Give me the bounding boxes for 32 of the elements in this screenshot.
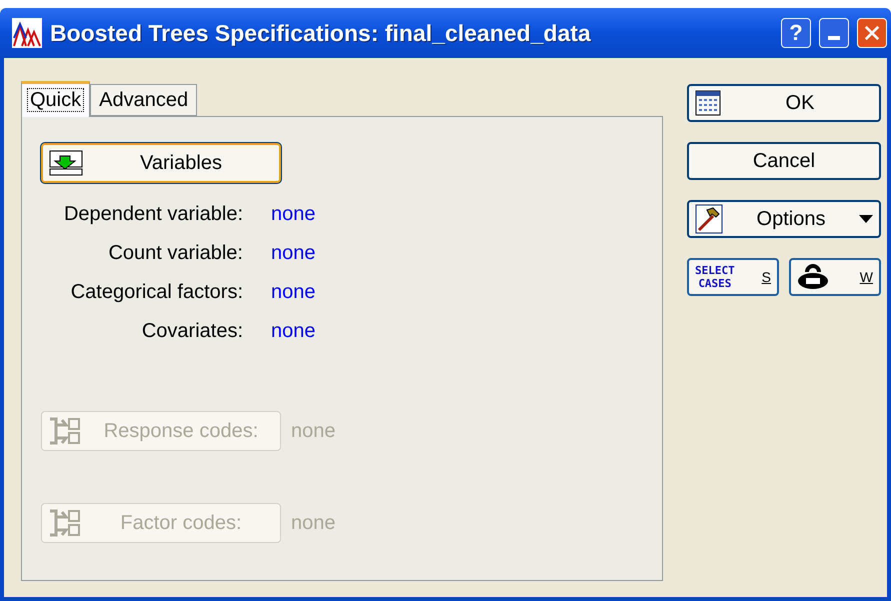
weight-button[interactable]: W [789,258,881,296]
close-button[interactable] [857,18,887,48]
ok-button[interactable]: OK [687,84,881,122]
close-icon [864,24,880,42]
dropdown-caret-icon [859,215,873,223]
help-button[interactable]: ? [781,18,811,48]
tab[interactable]: Quick [21,81,90,117]
variables-button[interactable]: Variables [41,143,281,183]
weight-icon [797,264,829,290]
field-label: Covariates: [140,320,243,343]
spreadsheet-icon [695,90,721,116]
window-title: Boosted Trees Specifications: final_cleaned_data [50,20,592,46]
field-label: Categorical factors: [70,281,243,304]
minimize-icon [828,36,840,40]
download-arrow-icon [49,150,83,176]
app-logo-icon [12,18,42,48]
hammer-icon [695,204,723,234]
field-value: none [271,203,316,226]
field-value: none [271,242,316,265]
arrows-grid-icon [48,508,82,538]
field-label: Dependent variable: [62,203,243,226]
field-value: none [271,320,316,343]
options-button[interactable]: Options [687,200,881,238]
field-value: none [271,281,316,304]
field-label: Count variable: [107,242,243,265]
codes-value: none [291,420,336,442]
tab[interactable]: Advanced [90,84,198,116]
select-cases-button[interactable]: SELECT CASES S [687,258,779,296]
codes-value: none [291,512,336,534]
minimize-button[interactable] [819,18,849,48]
arrows-grid-icon [48,416,82,446]
cancel-button[interactable]: Cancel [687,142,881,180]
